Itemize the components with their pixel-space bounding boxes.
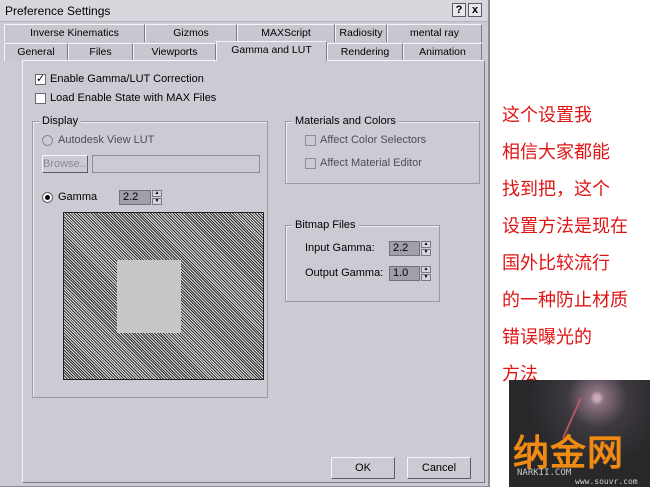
lut-path-field[interactable] <box>92 155 260 173</box>
affect-material-editor-checkbox[interactable] <box>305 158 316 169</box>
input-gamma-spinner[interactable]: ▲ ▼ <box>421 241 431 256</box>
watermark-sub: NARKII.COM <box>517 468 572 478</box>
materials-and-colors-group: Materials and Colors <box>285 115 480 184</box>
annotation-line-6: 的一种防止材质 <box>502 290 628 311</box>
input-gamma-label: Input Gamma: <box>305 242 375 254</box>
watermark-url: www.souvr.com <box>575 477 638 486</box>
annotation-line-4: 设置方法是现在 <box>502 216 628 237</box>
materials-and-colors-title: Materials and Colors <box>292 115 399 127</box>
enable-gamma-lut-label: Enable Gamma/LUT Correction <box>50 73 204 85</box>
spinner-down-icon[interactable]: ▼ <box>421 274 431 281</box>
annotation-line-2: 相信大家都能 <box>502 142 610 163</box>
tab-viewports[interactable]: Viewports <box>133 43 216 61</box>
tab-rendering[interactable]: Rendering <box>327 43 403 61</box>
affect-material-editor-label: Affect Material Editor <box>320 157 422 169</box>
tab-gamma-and-lut[interactable]: Gamma and LUT <box>216 41 327 61</box>
preference-settings-dialog: Preference Settings ? x Inverse Kinemati… <box>0 0 490 487</box>
tab-inverse-kinematics[interactable]: Inverse Kinematics <box>4 24 145 42</box>
autodesk-view-lut-radio[interactable] <box>42 135 53 146</box>
load-enable-state-checkbox[interactable] <box>35 93 46 104</box>
help-button[interactable]: ? <box>452 3 466 17</box>
annotation-line-7: 错误曝光的 <box>502 327 592 348</box>
tab-files[interactable]: Files <box>68 43 133 61</box>
gamma-value-field[interactable]: 2.2 <box>119 190 151 205</box>
spinner-up-icon[interactable]: ▲ <box>421 266 431 273</box>
gamma-spinner[interactable]: ▲ ▼ <box>152 190 162 205</box>
load-enable-state-label: Load Enable State with MAX Files <box>50 92 217 104</box>
autodesk-view-lut-label: Autodesk View LUT <box>58 134 155 146</box>
spinner-up-icon[interactable]: ▲ <box>421 241 431 248</box>
spinner-up-icon[interactable]: ▲ <box>152 190 162 197</box>
bitmap-files-group: Bitmap Files <box>285 219 440 302</box>
bitmap-files-title: Bitmap Files <box>292 219 359 231</box>
ok-button[interactable]: OK <box>331 457 395 479</box>
gamma-test-pattern <box>63 212 264 380</box>
display-group-title: Display <box>39 115 82 127</box>
output-gamma-label: Output Gamma: <box>305 267 384 279</box>
window-title: Preference Settings <box>5 4 111 18</box>
title-bar: Preference Settings ? x <box>0 0 488 22</box>
tab-gizmos[interactable]: Gizmos <box>145 24 237 42</box>
input-gamma-value-field[interactable]: 2.2 <box>389 241 420 256</box>
spinner-down-icon[interactable]: ▼ <box>152 198 162 205</box>
gamma-label: Gamma <box>58 191 98 203</box>
gamma-radio[interactable] <box>42 192 53 203</box>
spinner-down-icon[interactable]: ▼ <box>421 249 431 256</box>
tab-mental-ray[interactable]: mental ray <box>387 24 482 42</box>
enable-gamma-lut-checkbox[interactable] <box>35 72 46 85</box>
affect-color-selectors-label: Affect Color Selectors <box>320 134 427 146</box>
watermark-logo-image: 纳金网 NARKII.COM www.souvr.com <box>509 380 650 487</box>
annotation-line-1: 这个设置我 <box>502 105 592 126</box>
tab-maxscript[interactable]: MAXScript <box>237 24 335 42</box>
cancel-button[interactable]: Cancel <box>407 457 471 479</box>
affect-color-selectors-checkbox[interactable] <box>305 135 316 146</box>
output-gamma-spinner[interactable]: ▲ ▼ <box>421 266 431 281</box>
annotation-line-5: 国外比较流行 <box>502 253 610 274</box>
tab-general[interactable]: General <box>4 43 68 61</box>
tab-radiosity[interactable]: Radiosity <box>335 24 387 42</box>
tab-animation[interactable]: Animation <box>403 43 482 61</box>
browse-button[interactable]: Browse... <box>42 155 89 173</box>
close-button[interactable]: x <box>468 3 482 17</box>
output-gamma-value-field[interactable]: 1.0 <box>389 266 420 281</box>
gamma-test-pattern-center <box>117 260 181 333</box>
annotation-line-3: 找到把，这个 <box>502 179 610 200</box>
